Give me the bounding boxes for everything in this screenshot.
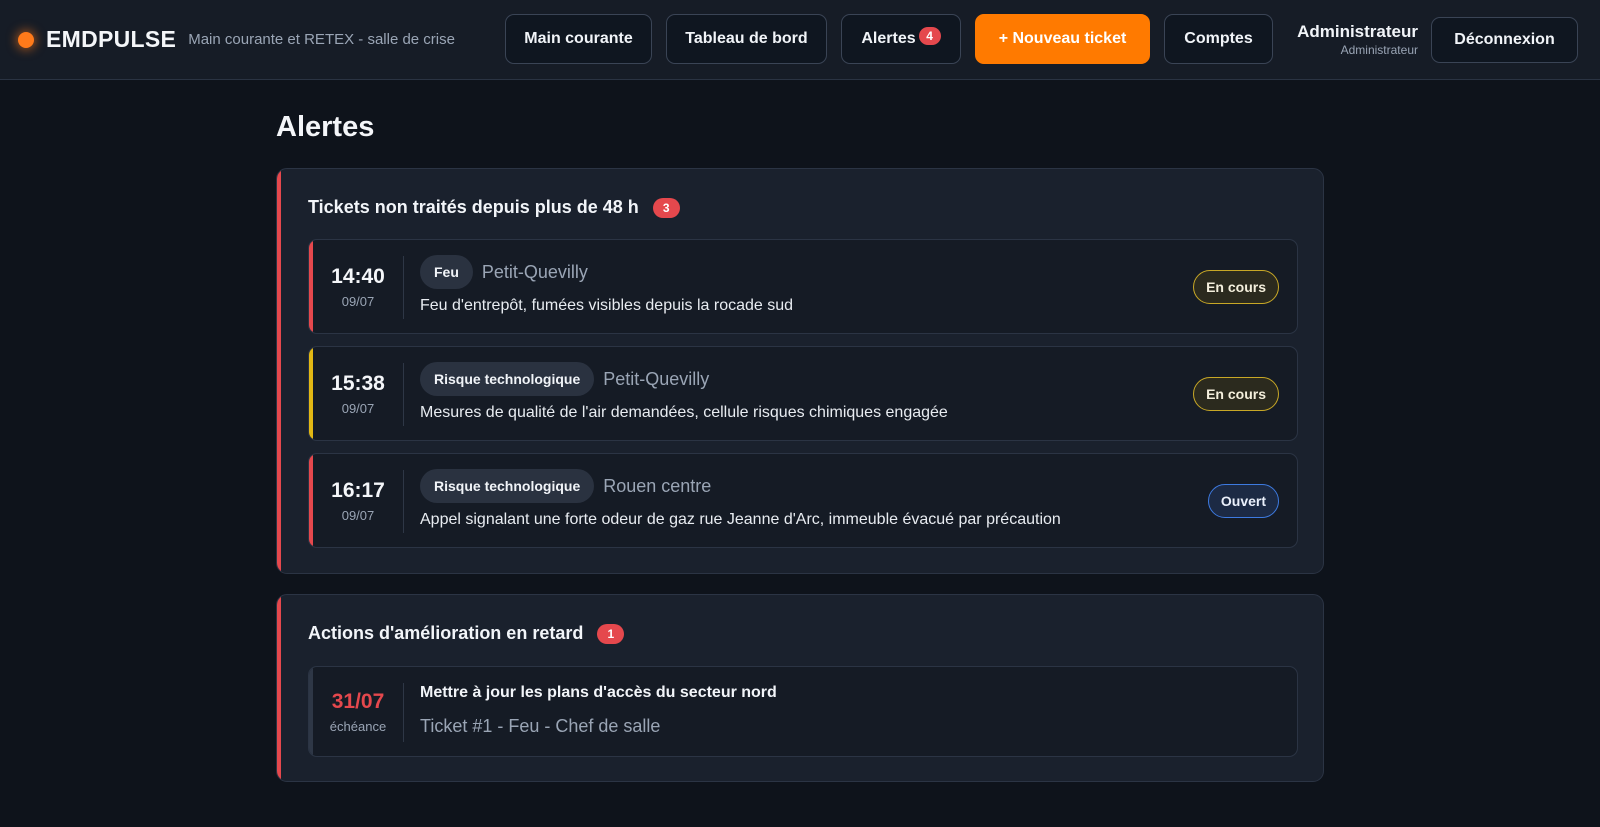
ticket-location: Petit-Quevilly (481, 261, 588, 282)
divider (403, 470, 404, 533)
ticket-description: Feu d'entrepôt, fumées visibles depuis l… (420, 297, 794, 314)
section-count-badge: 1 (597, 623, 625, 644)
category-tag: Risque technologique (420, 362, 595, 396)
user-info: Administrateur Administrateur (1290, 22, 1418, 57)
ticket-time: 14:40 (331, 264, 385, 288)
overdue-actions-card: Actions d'amélioration en retard 1 31/07… (276, 594, 1324, 782)
ticket-date: 09/07 (341, 293, 375, 309)
section-title: Tickets non traités depuis plus de 48 h (308, 197, 639, 217)
alertes-count-badge: 4 (918, 27, 941, 45)
action-meta: Ticket #1 - Feu - Chef de salle (420, 716, 661, 736)
app-subtitle: Main courante et RETEX - salle de crise (188, 31, 455, 48)
user-name: Administrateur (1297, 22, 1418, 41)
app-name: EMDPULSE (46, 26, 177, 52)
status-badge: En cours (1193, 270, 1279, 304)
page-title: Alertes (276, 111, 375, 143)
nav-main-courante-button[interactable]: Main courante (505, 14, 652, 64)
ticket-time-block: 16:17 09/07 (313, 454, 403, 547)
due-date: 31/07 (331, 689, 385, 713)
divider (403, 363, 404, 426)
ticket-row[interactable]: 14:40 09/07 Feu Petit-Quevilly Feu d'ent… (308, 239, 1298, 334)
section-count-badge: 3 (652, 197, 680, 218)
ticket-time: 15:38 (331, 371, 385, 395)
status-badge: En cours (1193, 377, 1279, 411)
section-title: Actions d'amélioration en retard (308, 623, 584, 643)
ticket-location: Rouen centre (603, 475, 712, 496)
ticket-body: Risque technologique Rouen centre Appel … (420, 469, 1177, 529)
brand: EMDPULSE Main courante et RETEX - salle … (18, 26, 455, 53)
action-row[interactable]: 31/07 échéance Mettre à jour les plans d… (308, 666, 1298, 757)
ticket-body: Risque technologique Petit-Quevilly Mesu… (420, 362, 1177, 422)
user-role: Administrateur (1340, 43, 1418, 57)
action-body: Mettre à jour les plans d'accès du secte… (420, 684, 1177, 737)
ticket-row[interactable]: 15:38 09/07 Risque technologique Petit-Q… (308, 346, 1298, 441)
ticket-location: Petit-Quevilly (603, 368, 710, 389)
ticket-body: Feu Petit-Quevilly Feu d'entrepôt, fumée… (420, 255, 1177, 315)
stale-tickets-header: Tickets non traités depuis plus de 48 h … (308, 197, 680, 218)
ticket-description: Appel signalant une forte odeur de gaz r… (420, 511, 1061, 528)
ticket-time: 16:17 (331, 478, 385, 502)
ticket-date: 09/07 (341, 400, 375, 416)
action-date-block: 31/07 échéance (313, 667, 403, 756)
overdue-actions-header: Actions d'amélioration en retard 1 (308, 623, 625, 644)
status-dot-icon (18, 31, 34, 48)
nav-tableau-de-bord-button[interactable]: Tableau de bord (666, 14, 827, 64)
ticket-row[interactable]: 16:17 09/07 Risque technologique Rouen c… (308, 453, 1298, 548)
action-title: Mettre à jour les plans d'accès du secte… (420, 684, 777, 701)
divider (403, 683, 404, 742)
due-label: échéance (329, 718, 387, 734)
status-badge: Ouvert (1207, 484, 1279, 518)
nav-alertes-button[interactable]: Alertes 4 (841, 14, 961, 64)
nav-comptes-button[interactable]: Comptes (1164, 14, 1273, 64)
divider (403, 256, 404, 319)
ticket-description: Mesures de qualité de l'air demandées, c… (420, 404, 948, 421)
nav-alertes-label: Alertes (861, 30, 916, 47)
ticket-time-block: 14:40 09/07 (313, 240, 403, 333)
logout-button[interactable]: Déconnexion (1431, 17, 1578, 63)
ticket-time-block: 15:38 09/07 (313, 347, 403, 440)
new-ticket-button[interactable]: + Nouveau ticket (975, 14, 1150, 64)
main-nav: Main courante Tableau de bord Alertes 4 … (505, 14, 1287, 64)
category-tag: Feu (420, 255, 473, 289)
top-bar: EMDPULSE Main courante et RETEX - salle … (0, 0, 1600, 80)
ticket-date: 09/07 (341, 507, 375, 523)
stale-tickets-card: Tickets non traités depuis plus de 48 h … (276, 168, 1324, 574)
category-tag: Risque technologique (420, 469, 595, 503)
